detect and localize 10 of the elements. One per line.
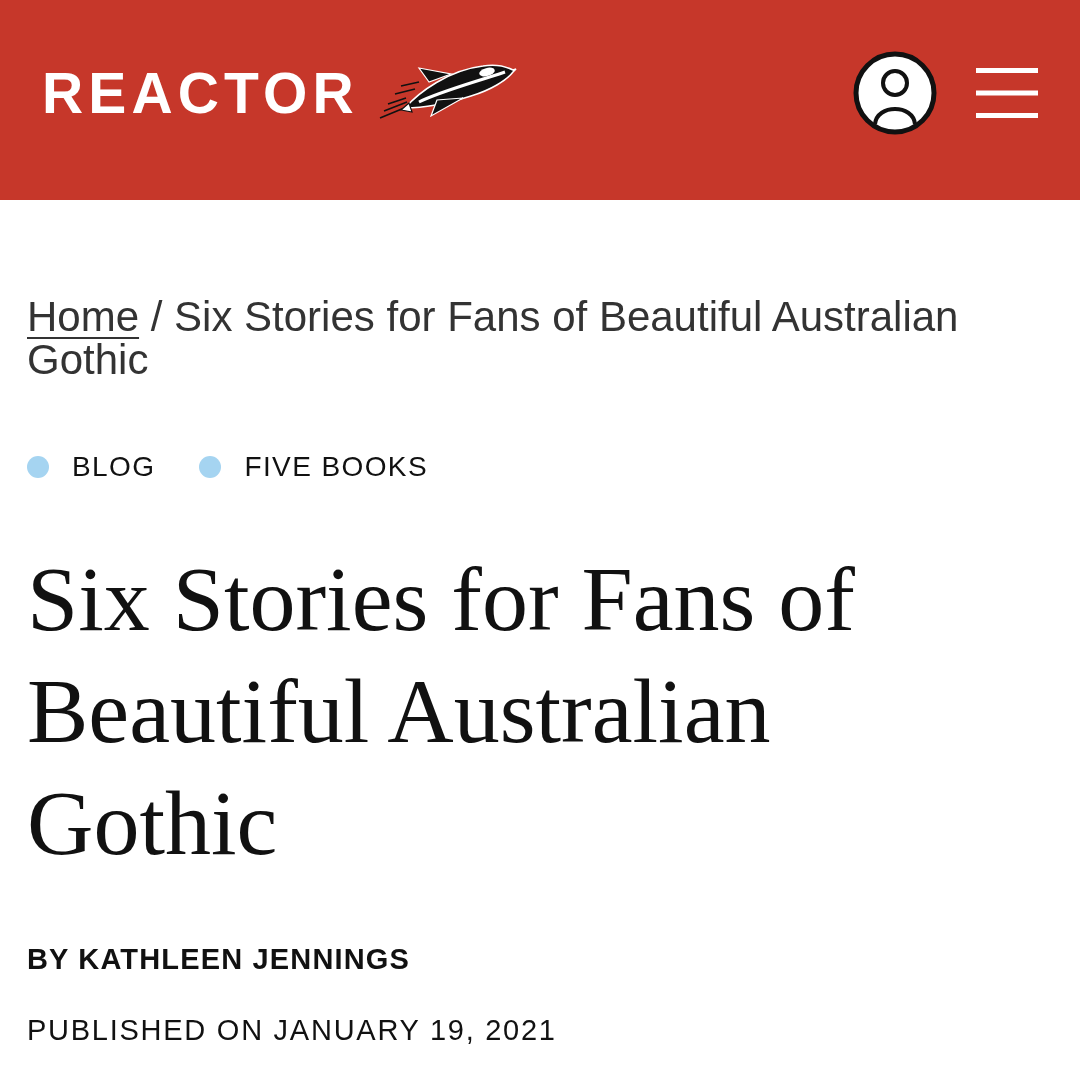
breadcrumb: Home / Six Stories for Fans of Beautiful Australian Gothic [27,295,960,381]
logo-text[interactable]: REACTOR [42,63,359,123]
category-link[interactable]: FIVE BOOKS [244,452,429,482]
category-link[interactable]: BLOG [72,452,156,482]
user-icon[interactable] [853,51,937,135]
home-link[interactable]: Home [27,293,140,340]
article-title: Six Stories for Fans of Beautiful Australian Gothic [27,547,856,876]
byline: BY KATHLEEN JENNINGS [27,943,411,975]
menu-icon[interactable] [976,68,1038,118]
publish-date: PUBLISHED ON JANUARY 19, 2021 [27,1014,557,1046]
